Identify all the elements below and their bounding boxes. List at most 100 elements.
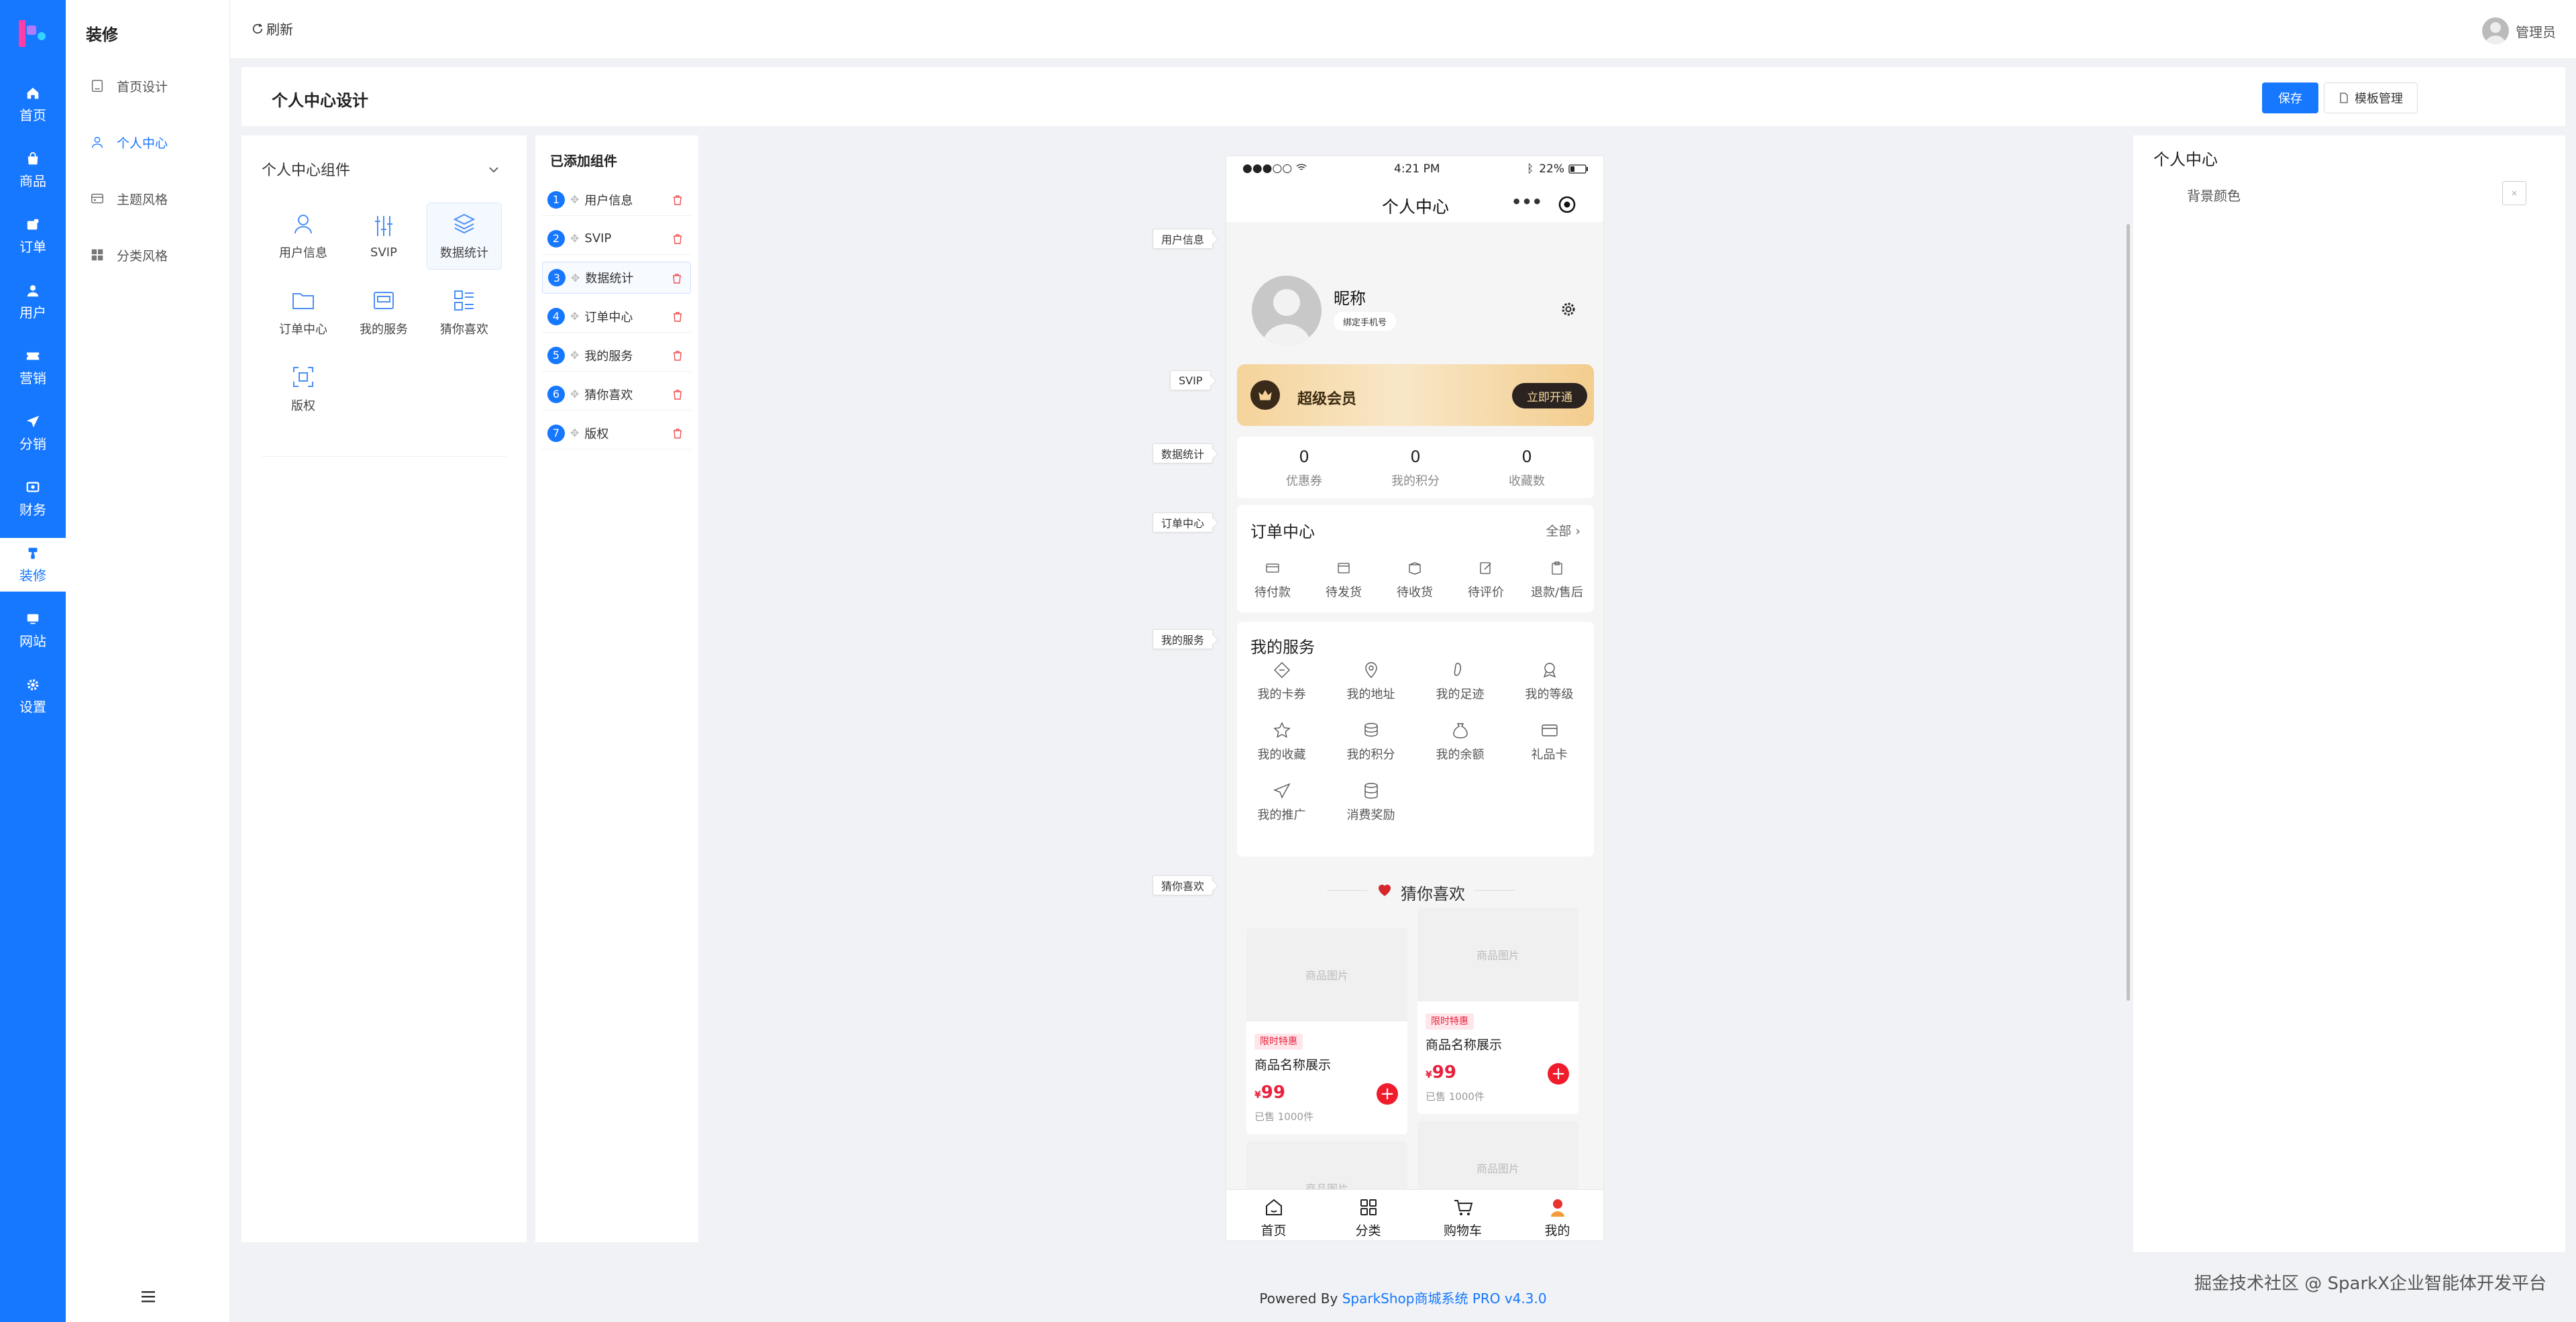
delete-icon[interactable]: [671, 310, 684, 323]
rail-item-marketing[interactable]: 营销: [0, 341, 66, 394]
drag-handle-icon[interactable]: ✥: [570, 193, 579, 206]
order-pending-payment[interactable]: 待付款: [1237, 560, 1308, 600]
service-promotion[interactable]: 我的推广: [1237, 781, 1326, 823]
subnav-item-home-design[interactable]: 首页设计: [90, 72, 168, 99]
preview-tag-svip[interactable]: SVIP: [1170, 370, 1212, 390]
drag-handle-icon[interactable]: ✥: [570, 310, 579, 323]
admin-menu[interactable]: 管理员: [2482, 17, 2556, 44]
scan-icon: [293, 367, 313, 387]
svip-banner[interactable]: 超级会员 立即开通: [1237, 364, 1594, 426]
preview-scrollbar[interactable]: [2127, 224, 2130, 1001]
service-coupons[interactable]: 我的卡券: [1237, 661, 1326, 702]
battery-indicator: ᛒ 22%: [1527, 162, 1589, 176]
service-consumption-reward[interactable]: 消费奖励: [1326, 781, 1415, 823]
user-info-block[interactable]: 昵称 绑定手机号: [1226, 222, 1603, 362]
added-item-svip[interactable]: 2 ✥ SVIP: [542, 223, 691, 255]
footer-link[interactable]: SparkShop商城系统 PRO v4.3.0: [1342, 1290, 1547, 1307]
collapse-menu-icon[interactable]: [140, 1288, 157, 1305]
preview-tag-guess-like[interactable]: 猜你喜欢: [1152, 875, 1214, 895]
added-item-order-center[interactable]: 4 ✥ 订单中心: [542, 300, 691, 333]
coins-icon: [1364, 722, 1378, 737]
palette-icon: [91, 193, 103, 204]
added-item-guess-like[interactable]: 6 ✥ 猜你喜欢: [542, 378, 691, 410]
chevron-down-icon[interactable]: [486, 162, 501, 177]
file-icon: [2340, 93, 2348, 103]
rail-item-settings[interactable]: 设置: [0, 669, 66, 723]
service-points[interactable]: 我的积分: [1326, 721, 1415, 763]
rail-item-distribution[interactable]: 分销: [0, 406, 66, 460]
preview-tag-my-service[interactable]: 我的服务: [1152, 629, 1214, 649]
order-pending-shipment[interactable]: 待发货: [1308, 560, 1379, 600]
delete-icon[interactable]: [670, 272, 684, 285]
drag-handle-icon[interactable]: ✥: [570, 427, 579, 439]
more-icon[interactable]: •••: [1511, 192, 1542, 211]
delete-icon[interactable]: [671, 427, 684, 440]
all-orders-link[interactable]: 全部 ›: [1546, 521, 1580, 539]
component-copyright[interactable]: 版权: [266, 355, 341, 423]
app-logo[interactable]: [16, 17, 48, 50]
bind-phone-button[interactable]: 绑定手机号: [1334, 312, 1397, 331]
tab-cart[interactable]: 购物车: [1415, 1197, 1510, 1239]
background-color-picker[interactable]: ×: [2502, 181, 2526, 205]
subnav-item-category-style[interactable]: 分类风格: [90, 241, 168, 268]
grid-icon: [91, 249, 103, 261]
preview-tag-order-center[interactable]: 订单中心: [1152, 512, 1214, 533]
rail-item-finance[interactable]: 财务: [0, 472, 66, 526]
service-balance[interactable]: 我的余额: [1415, 721, 1505, 763]
drag-handle-icon[interactable]: ✥: [570, 388, 579, 400]
service-address[interactable]: 我的地址: [1326, 661, 1415, 702]
order-refund[interactable]: 退款/售后: [1521, 560, 1593, 600]
open-svip-button[interactable]: 立即开通: [1512, 383, 1587, 408]
order-pending-receipt[interactable]: 待收货: [1379, 560, 1450, 600]
product-card[interactable]: 商品图片 限时特惠 商品名称展示 ¥99 已售 1000件 +: [1417, 907, 1578, 1114]
stat-coupons[interactable]: 0 优惠券: [1257, 447, 1351, 489]
added-item-my-service[interactable]: 5 ✥ 我的服务: [542, 339, 691, 372]
component-svip[interactable]: SVIP: [346, 203, 421, 270]
refresh-button[interactable]: 刷新: [252, 19, 293, 38]
template-manage-button[interactable]: 模板管理: [2324, 82, 2418, 113]
product-card[interactable]: 商品图片 限时特惠 商品名称展示 ¥99 已售 1000件 +: [1246, 928, 1407, 1134]
rail-item-users[interactable]: 用户: [0, 275, 66, 329]
save-button[interactable]: 保存: [2262, 82, 2318, 113]
component-order-center[interactable]: 订单中心: [266, 279, 341, 346]
tab-mine[interactable]: 我的: [1510, 1197, 1603, 1239]
added-item-copyright[interactable]: 7 ✥ 版权: [542, 417, 691, 449]
order-pending-review[interactable]: 待评价: [1450, 560, 1521, 600]
tab-home[interactable]: 首页: [1226, 1197, 1321, 1239]
delete-icon[interactable]: [671, 388, 684, 401]
divider: [262, 456, 506, 457]
gear-icon[interactable]: [1559, 300, 1578, 319]
added-item-data-stats[interactable]: 3 ✥ 数据统计: [542, 262, 691, 294]
service-footprint[interactable]: 我的足迹: [1415, 661, 1505, 702]
rail-item-website[interactable]: 网站: [0, 604, 66, 657]
component-user-info[interactable]: 用户信息: [266, 203, 341, 270]
heart-icon: [1379, 885, 1391, 896]
preview-tag-data-stats[interactable]: 数据统计: [1152, 443, 1214, 463]
service-favorites[interactable]: 我的收藏: [1237, 721, 1326, 763]
rail-item-home[interactable]: 首页: [0, 78, 66, 131]
added-item-user-info[interactable]: 1 ✥ 用户信息: [542, 184, 691, 216]
stat-favorites[interactable]: 0 收藏数: [1480, 447, 1574, 489]
target-icon[interactable]: [1558, 195, 1576, 214]
drag-handle-icon[interactable]: ✥: [571, 272, 580, 284]
rail-item-decorate[interactable]: 装修: [0, 538, 66, 592]
subnav-item-personal-center[interactable]: 个人中心: [90, 129, 168, 156]
add-to-cart-button[interactable]: +: [1548, 1063, 1569, 1085]
add-to-cart-button[interactable]: +: [1377, 1083, 1398, 1105]
subnav-item-theme-style[interactable]: 主题风格: [90, 185, 168, 212]
rail-item-orders[interactable]: 订单: [0, 209, 66, 263]
component-my-service[interactable]: 我的服务: [346, 279, 421, 346]
delete-icon[interactable]: [671, 232, 684, 245]
component-guess-like[interactable]: 猜你喜欢: [427, 279, 502, 346]
drag-handle-icon[interactable]: ✥: [570, 349, 579, 362]
drag-handle-icon[interactable]: ✥: [570, 232, 579, 245]
service-level[interactable]: 我的等级: [1505, 661, 1594, 702]
preview-tag-user-info[interactable]: 用户信息: [1152, 229, 1214, 249]
delete-icon[interactable]: [671, 349, 684, 362]
stat-points[interactable]: 0 我的积分: [1368, 447, 1462, 489]
delete-icon[interactable]: [671, 193, 684, 207]
service-gift-card[interactable]: 礼品卡: [1505, 721, 1594, 763]
component-data-stats[interactable]: 数据统计: [427, 203, 502, 270]
tab-category[interactable]: 分类: [1321, 1197, 1415, 1239]
rail-item-goods[interactable]: 商品: [0, 144, 66, 197]
